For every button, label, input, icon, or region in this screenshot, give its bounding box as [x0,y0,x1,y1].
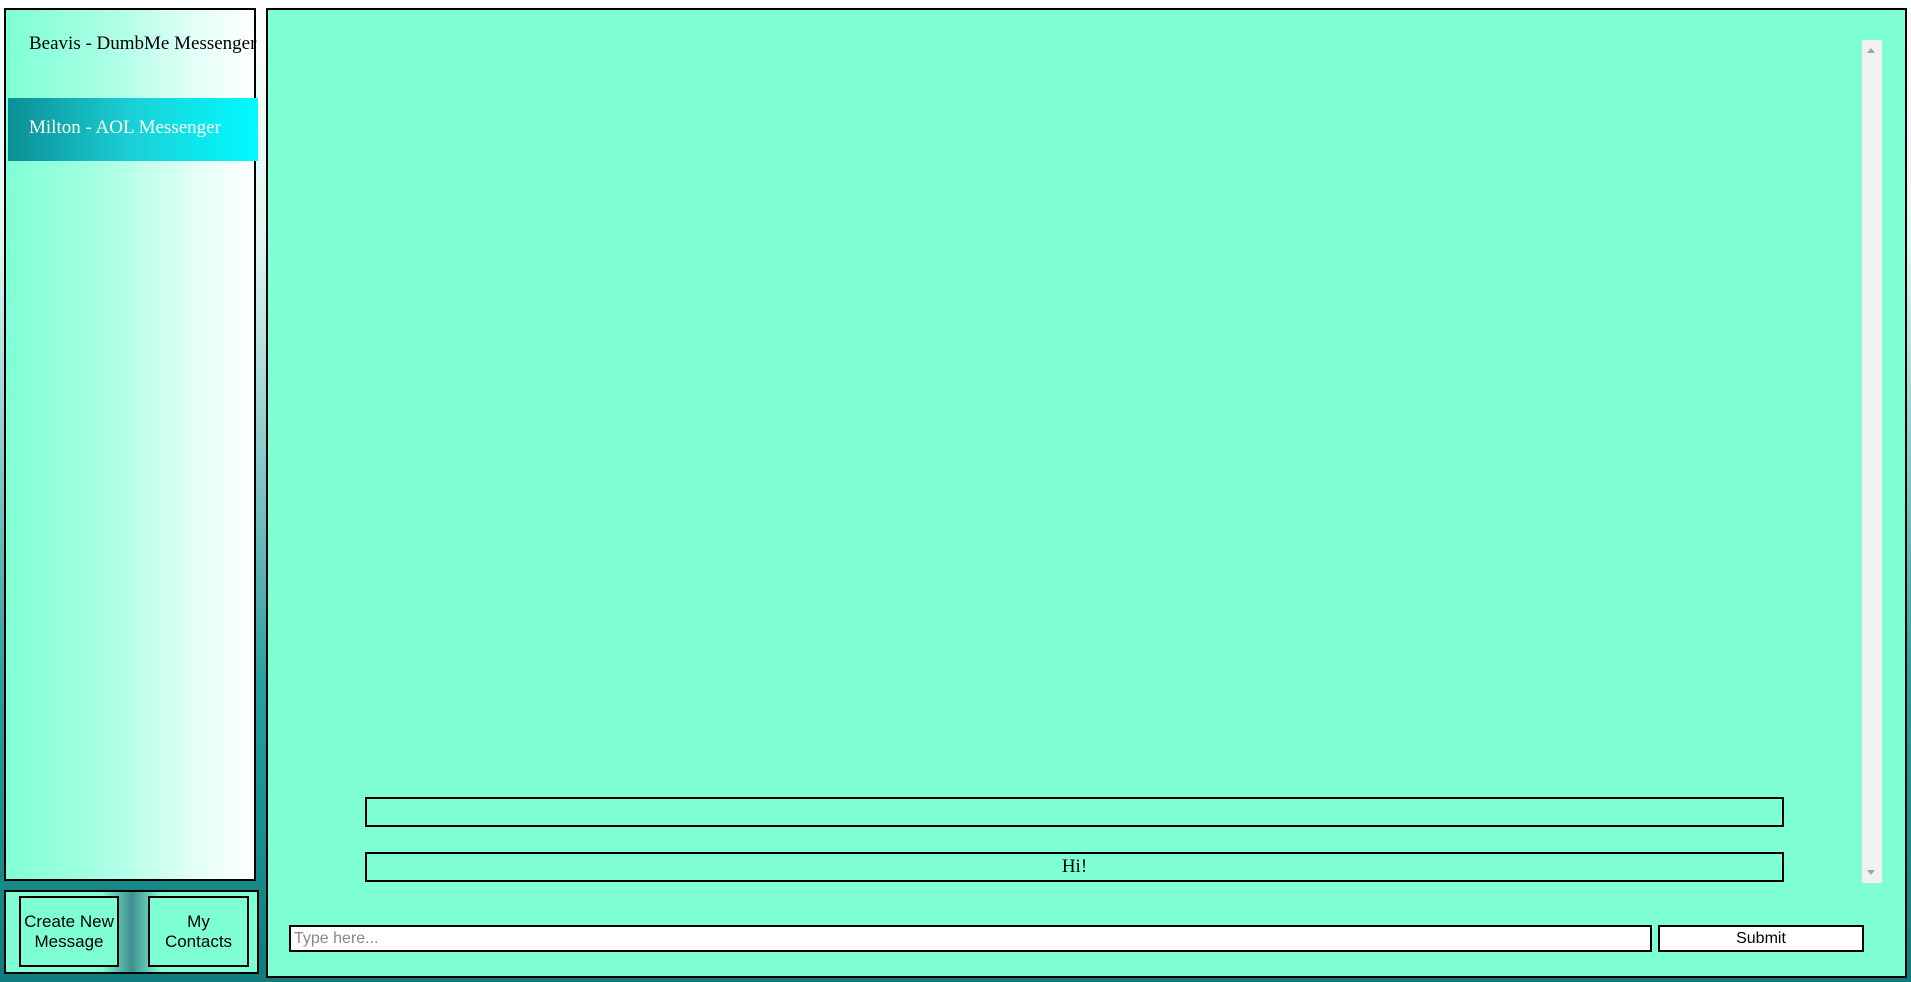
submit-button[interactable]: Submit [1658,925,1864,952]
my-contacts-button[interactable]: My Contacts [148,896,249,967]
conversation-sidebar: Beavis - DumbMe Messenger Milton - AOL M… [4,8,258,881]
chat-panel: Hi! Submit [266,8,1907,978]
conversation-item-milton[interactable]: Milton - AOL Messenger [8,98,258,161]
chat-message: Hi! [365,852,1784,882]
create-new-message-button[interactable]: Create New Message [19,896,119,967]
message-input[interactable] [289,925,1652,952]
scroll-down-arrow-icon[interactable] [1867,870,1875,875]
conversation-item-beavis[interactable]: Beavis - DumbMe Messenger [8,32,258,96]
chat-message [365,797,1784,827]
scroll-up-arrow-icon[interactable] [1867,48,1875,53]
chat-scrollbar[interactable] [1862,40,1882,883]
sidebar-actions: Create New Message My Contacts [4,890,259,974]
